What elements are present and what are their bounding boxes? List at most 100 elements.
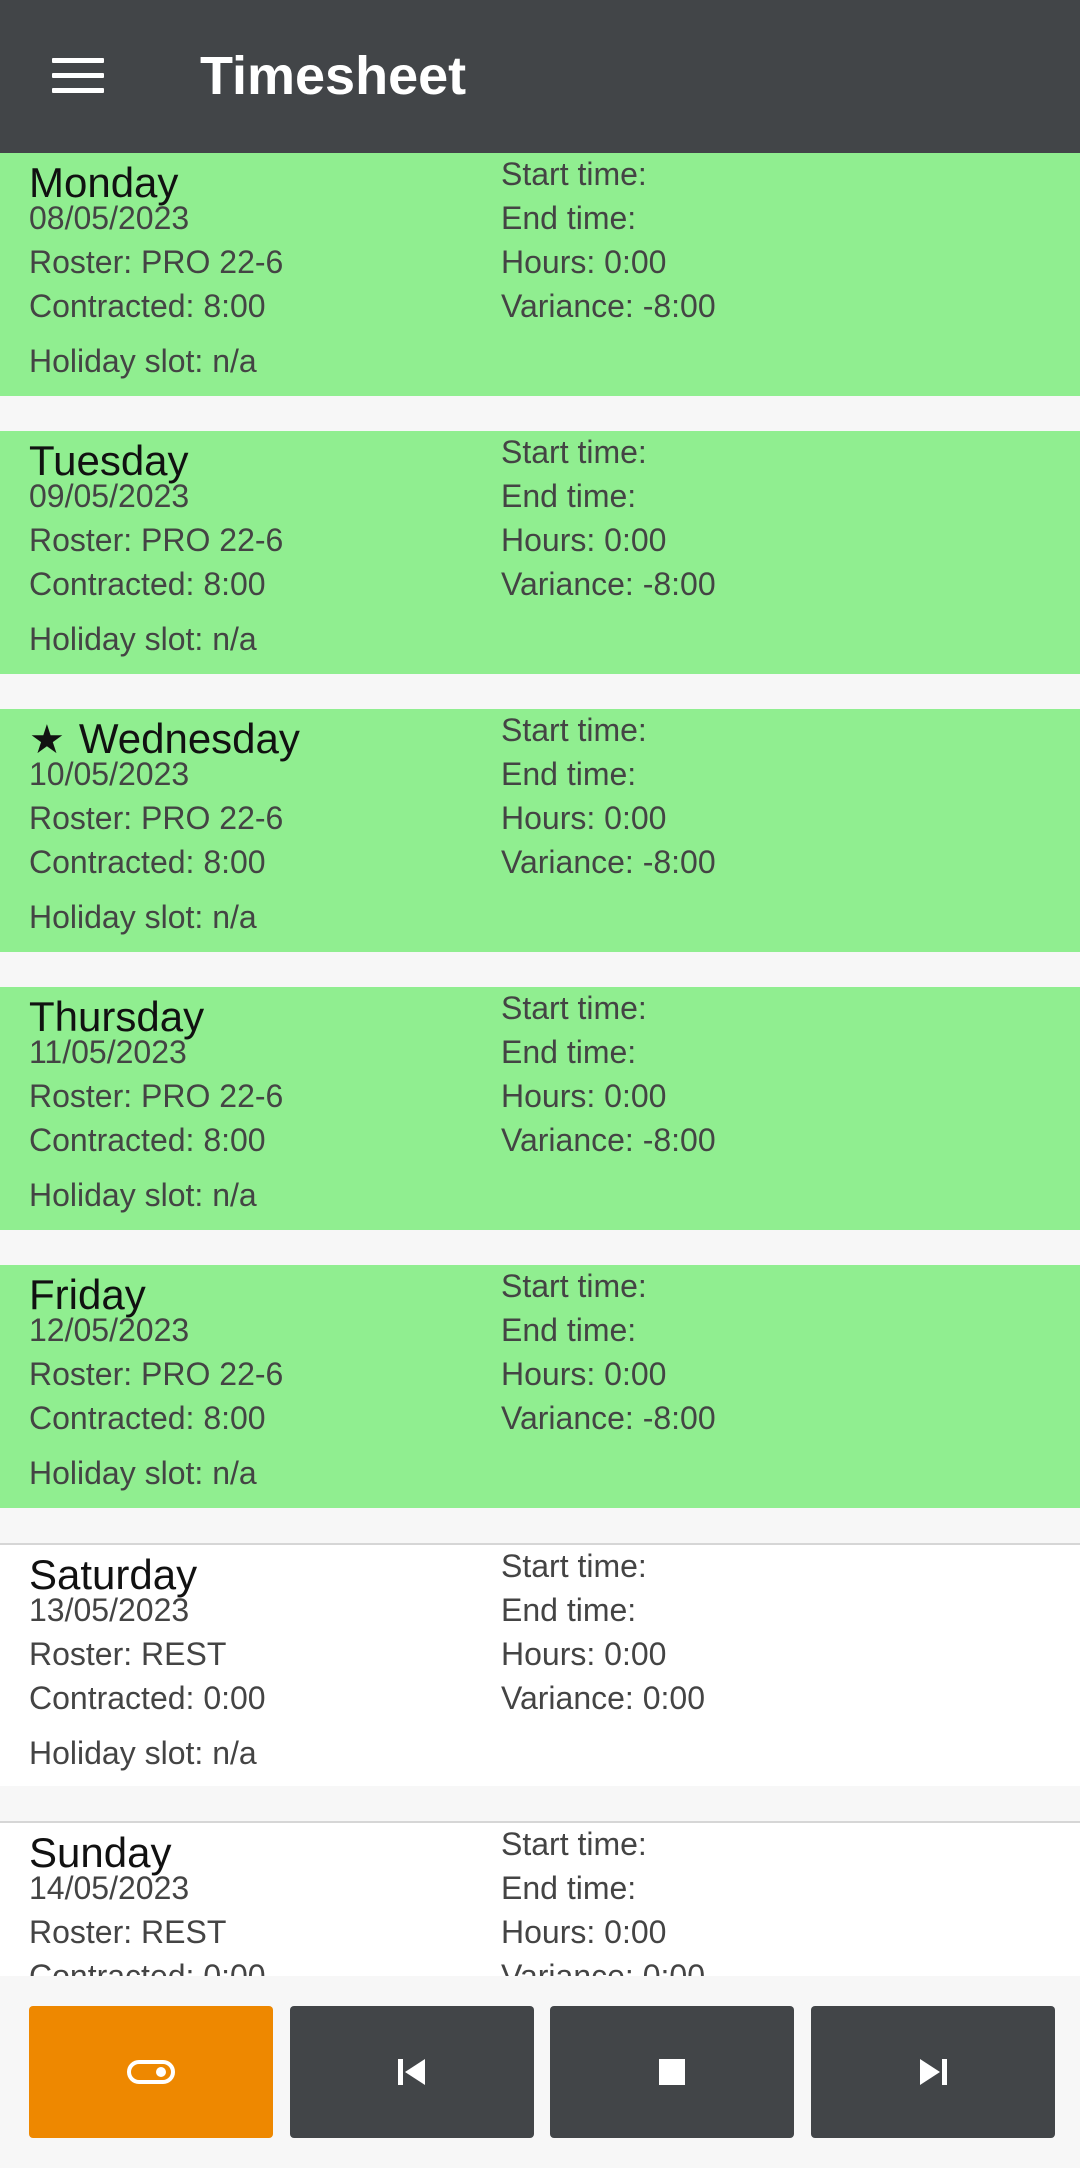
day-date: 13/05/2023 bbox=[29, 1590, 189, 1630]
day-holiday-slot-value: n/a bbox=[212, 343, 257, 379]
day-variance-value: 0:00 bbox=[642, 1958, 705, 1976]
toggle-button[interactable] bbox=[29, 2006, 273, 2138]
day-roster: Roster: PRO 22-6 bbox=[29, 242, 283, 282]
day-hours-label: Hours: bbox=[501, 1078, 605, 1114]
day-roster-value: PRO 22-6 bbox=[141, 1356, 284, 1392]
day-variance: Variance: -8:00 bbox=[501, 286, 716, 326]
day-card[interactable]: Saturday 13/05/2023 Roster: REST Contracted… bbox=[0, 1543, 1080, 1786]
day-roster-label: Roster: bbox=[29, 522, 142, 558]
day-roster-value: PRO 22-6 bbox=[141, 522, 284, 558]
day-end-time: End time: bbox=[501, 1032, 636, 1072]
day-contracted-value: 8:00 bbox=[203, 288, 266, 324]
day-date: 10/05/2023 bbox=[29, 754, 189, 794]
day-end-time-label: End time: bbox=[501, 756, 637, 792]
day-contracted-label: Contracted: bbox=[29, 844, 204, 880]
day-holiday-slot: Holiday slot: n/a bbox=[29, 1453, 257, 1493]
day-contracted-value: 8:00 bbox=[203, 844, 266, 880]
day-card[interactable]: Thursday 11/05/2023 Roster: PRO 22-6 Contra… bbox=[0, 987, 1080, 1230]
day-card[interactable]: Sunday 14/05/2023 Roster: REST Contracted: … bbox=[0, 1821, 1080, 1976]
day-variance-label: Variance: bbox=[501, 566, 643, 602]
day-contracted-value: 0:00 bbox=[203, 1680, 266, 1716]
day-holiday-slot-value: n/a bbox=[212, 1735, 257, 1771]
day-hours-value: 0:00 bbox=[604, 1636, 667, 1672]
day-contracted: Contracted: 8:00 bbox=[29, 842, 266, 882]
day-card[interactable]: Tuesday 09/05/2023 Roster: PRO 22-6 Contrac… bbox=[0, 431, 1080, 674]
day-variance-label: Variance: bbox=[501, 1680, 643, 1716]
day-roster-value: REST bbox=[141, 1914, 227, 1950]
day-contracted: Contracted: 8:00 bbox=[29, 564, 266, 604]
day-variance-label: Variance: bbox=[501, 844, 643, 880]
day-end-time-label: End time: bbox=[501, 478, 637, 514]
day-hours: Hours: 0:00 bbox=[501, 1076, 666, 1116]
day-hours-label: Hours: bbox=[501, 522, 605, 558]
day-hours-value: 0:00 bbox=[604, 800, 667, 836]
day-variance-label: Variance: bbox=[501, 1958, 643, 1976]
day-hours-value: 0:00 bbox=[604, 1356, 667, 1392]
day-date-value: 12/05/2023 bbox=[29, 1312, 190, 1348]
day-end-time: End time: bbox=[501, 1590, 636, 1630]
day-start-time: Start time: bbox=[501, 1266, 647, 1306]
day-end-time-label: End time: bbox=[501, 1592, 637, 1628]
day-card[interactable]: Friday 12/05/2023 Roster: PRO 22-6 Contract… bbox=[0, 1265, 1080, 1508]
day-roster-label: Roster: bbox=[29, 244, 142, 280]
day-roster-label: Roster: bbox=[29, 1356, 142, 1392]
day-roster-label: Roster: bbox=[29, 1078, 142, 1114]
day-start-time: Start time: bbox=[501, 988, 647, 1028]
day-start-time: Start time: bbox=[501, 432, 647, 472]
day-holiday-slot: Holiday slot: n/a bbox=[29, 1733, 257, 1773]
day-date-value: 09/05/2023 bbox=[29, 478, 190, 514]
day-contracted-label: Contracted: bbox=[29, 1400, 204, 1436]
previous-week-button[interactable] bbox=[290, 2006, 534, 2138]
next-week-button[interactable] bbox=[811, 2006, 1055, 2138]
day-end-time: End time: bbox=[501, 198, 636, 238]
day-contracted: Contracted: 8:00 bbox=[29, 286, 266, 326]
day-end-time: End time: bbox=[501, 476, 636, 516]
day-list[interactable]: Monday 08/05/2023 Roster: PRO 22-6 Contract… bbox=[0, 153, 1080, 1976]
day-date: 08/05/2023 bbox=[29, 198, 189, 238]
day-holiday-slot-label: Holiday slot: bbox=[29, 621, 213, 657]
day-hours: Hours: 0:00 bbox=[501, 242, 666, 282]
day-hours-label: Hours: bbox=[501, 800, 605, 836]
day-start-time-label: Start time: bbox=[501, 712, 647, 748]
day-holiday-slot-value: n/a bbox=[212, 1177, 257, 1213]
day-start-time: Start time: bbox=[501, 710, 647, 750]
day-date: 14/05/2023 bbox=[29, 1868, 189, 1908]
day-hours: Hours: 0:00 bbox=[501, 1634, 666, 1674]
day-date-value: 14/05/2023 bbox=[29, 1870, 190, 1906]
day-variance: Variance: -8:00 bbox=[501, 842, 716, 882]
day-hours-label: Hours: bbox=[501, 1914, 605, 1950]
day-variance-value: -8:00 bbox=[642, 288, 716, 324]
day-contracted-label: Contracted: bbox=[29, 1958, 204, 1976]
day-card[interactable]: Monday 08/05/2023 Roster: PRO 22-6 Contract… bbox=[0, 153, 1080, 396]
day-start-time-label: Start time: bbox=[501, 1268, 647, 1304]
page-title: Timesheet bbox=[200, 46, 467, 106]
day-roster: Roster: PRO 22-6 bbox=[29, 1354, 283, 1394]
day-hours-value: 0:00 bbox=[604, 244, 667, 280]
day-hours-label: Hours: bbox=[501, 1636, 605, 1672]
day-roster: Roster: REST bbox=[29, 1634, 226, 1674]
stop-button[interactable] bbox=[550, 2006, 794, 2138]
day-holiday-slot-label: Holiday slot: bbox=[29, 1455, 213, 1491]
day-start-time-label: Start time: bbox=[501, 1548, 647, 1584]
day-roster-value: REST bbox=[141, 1636, 227, 1672]
day-variance-label: Variance: bbox=[501, 288, 643, 324]
day-holiday-slot-label: Holiday slot: bbox=[29, 1735, 213, 1771]
hamburger-menu-icon[interactable] bbox=[52, 58, 104, 94]
day-contracted: Contracted: 0:00 bbox=[29, 1956, 266, 1976]
day-contracted: Contracted: 0:00 bbox=[29, 1678, 266, 1718]
toggle-icon bbox=[127, 2060, 175, 2084]
day-date-value: 10/05/2023 bbox=[29, 756, 190, 792]
day-end-time-label: End time: bbox=[501, 1312, 637, 1348]
day-roster-label: Roster: bbox=[29, 1914, 142, 1950]
day-contracted: Contracted: 8:00 bbox=[29, 1120, 266, 1160]
day-contracted-label: Contracted: bbox=[29, 288, 204, 324]
day-date-value: 08/05/2023 bbox=[29, 200, 190, 236]
day-contracted-label: Contracted: bbox=[29, 1680, 204, 1716]
day-card[interactable]: ★ Wednesday 10/05/2023 Roster: PRO 22-6 Cont… bbox=[0, 709, 1080, 952]
day-variance-value: 0:00 bbox=[642, 1680, 705, 1716]
day-date: 09/05/2023 bbox=[29, 476, 189, 516]
day-start-time-label: Start time: bbox=[501, 1826, 647, 1862]
day-roster: Roster: PRO 22-6 bbox=[29, 520, 283, 560]
day-holiday-slot: Holiday slot: n/a bbox=[29, 1175, 257, 1215]
skip-previous-icon bbox=[398, 2059, 425, 2085]
